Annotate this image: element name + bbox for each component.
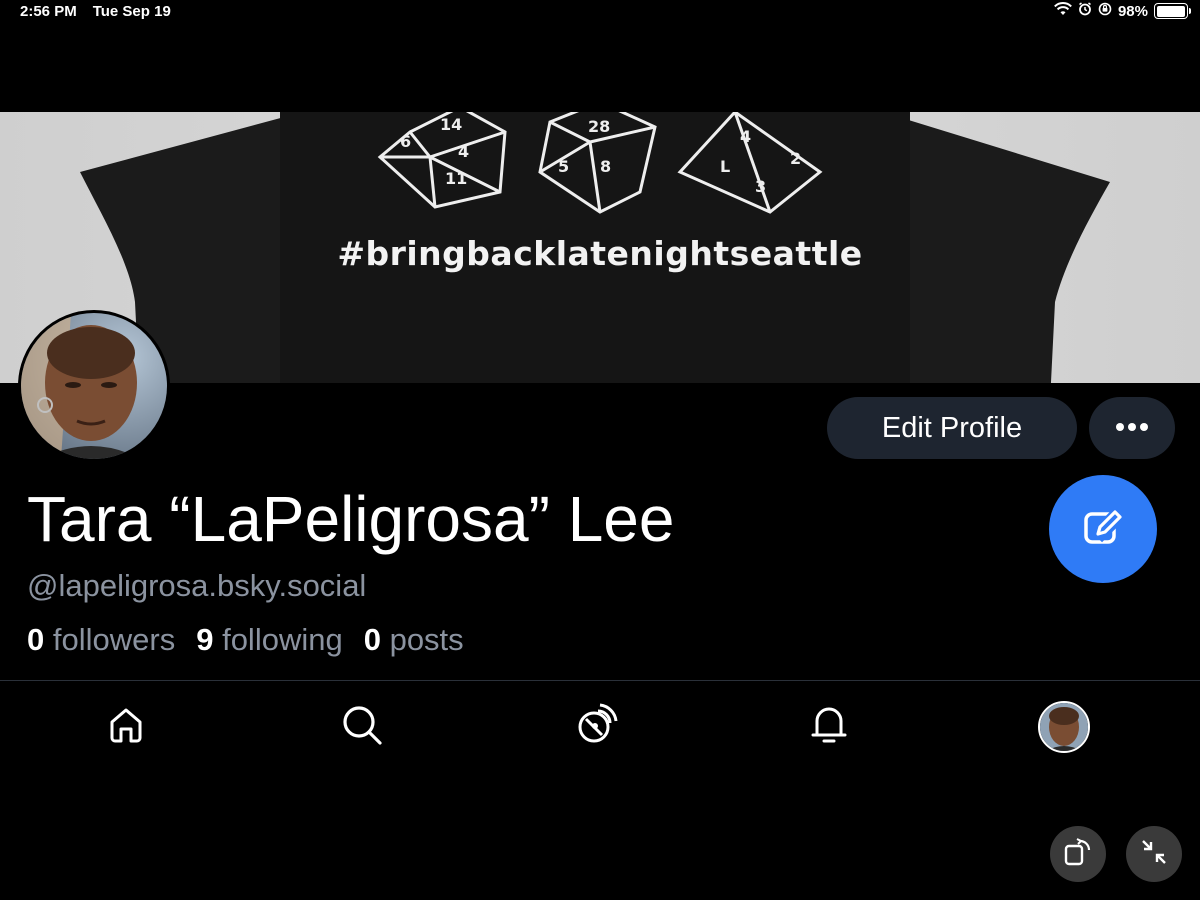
battery-level: [1156, 5, 1185, 17]
posts-count: 0: [363, 622, 381, 657]
battery-icon: [1154, 3, 1191, 19]
svg-text:2: 2: [790, 149, 801, 168]
profile-stats: 0 followers 9 following 0 posts: [27, 622, 464, 658]
following-label: following: [222, 622, 343, 657]
profile-banner[interactable]: 14 6 4 11 28 8 54L 32 #bringbacklatenightsea…: [0, 112, 1200, 383]
status-date: Tue Sep 19: [92, 3, 171, 20]
posts-label: posts: [389, 622, 464, 657]
edit-profile-button[interactable]: Edit Profile: [827, 397, 1077, 459]
svg-text:14: 14: [440, 115, 462, 134]
tab-feeds[interactable]: [568, 699, 624, 755]
orientation-lock-icon: [1098, 2, 1112, 20]
profile-handle: @lapeligrosa.bsky.social: [27, 568, 367, 603]
tab-notifications[interactable]: [801, 699, 857, 755]
compose-button[interactable]: [1049, 475, 1157, 583]
banner-hashtag: #bringbacklatenightseattle: [337, 234, 863, 273]
posts-stat: 0 posts: [364, 622, 464, 658]
rotate-button[interactable]: [1050, 826, 1106, 882]
wifi-icon: [1054, 2, 1072, 20]
followers-stat[interactable]: 0 followers: [27, 622, 175, 658]
satellite-dish-icon: [574, 703, 618, 752]
home-icon: [106, 705, 146, 750]
battery-percent: 98%: [1117, 2, 1148, 20]
svg-text:L: L: [720, 157, 730, 176]
profile-avatar[interactable]: [18, 310, 170, 462]
svg-text:3: 3: [755, 177, 766, 196]
tab-profile[interactable]: [1036, 699, 1092, 755]
rotate-icon: [1062, 836, 1094, 873]
following-count: 9: [196, 622, 214, 657]
status-bar: 2:56 PM Tue Sep 19 98%: [0, 0, 1200, 24]
status-time: 2:56 PM: [20, 3, 77, 20]
bell-icon: [809, 703, 849, 752]
more-options-button[interactable]: [1089, 397, 1175, 459]
svg-text:4: 4: [740, 127, 751, 146]
tab-home[interactable]: [98, 699, 154, 755]
divider: [0, 680, 1200, 681]
followers-label: followers: [52, 622, 176, 657]
avatar: [1038, 701, 1090, 753]
tab-search[interactable]: [334, 699, 390, 755]
svg-text:8: 8: [600, 157, 611, 176]
compose-icon: [1081, 505, 1125, 554]
ellipsis-icon: [1115, 419, 1149, 437]
bottom-tab-bar: [0, 695, 1200, 755]
followers-count: 0: [27, 622, 45, 657]
alarm-icon: [1078, 2, 1092, 20]
svg-text:5: 5: [558, 157, 569, 176]
svg-text:4: 4: [458, 142, 469, 161]
svg-text:28: 28: [588, 117, 610, 136]
collapse-icon: [1139, 837, 1169, 872]
svg-text:11: 11: [445, 169, 467, 188]
following-stat[interactable]: 9 following: [196, 622, 343, 658]
search-icon: [340, 703, 384, 752]
svg-text:6: 6: [400, 132, 411, 151]
display-name: Tara “LaPeligrosa” Lee: [27, 483, 675, 555]
minimize-button[interactable]: [1126, 826, 1182, 882]
